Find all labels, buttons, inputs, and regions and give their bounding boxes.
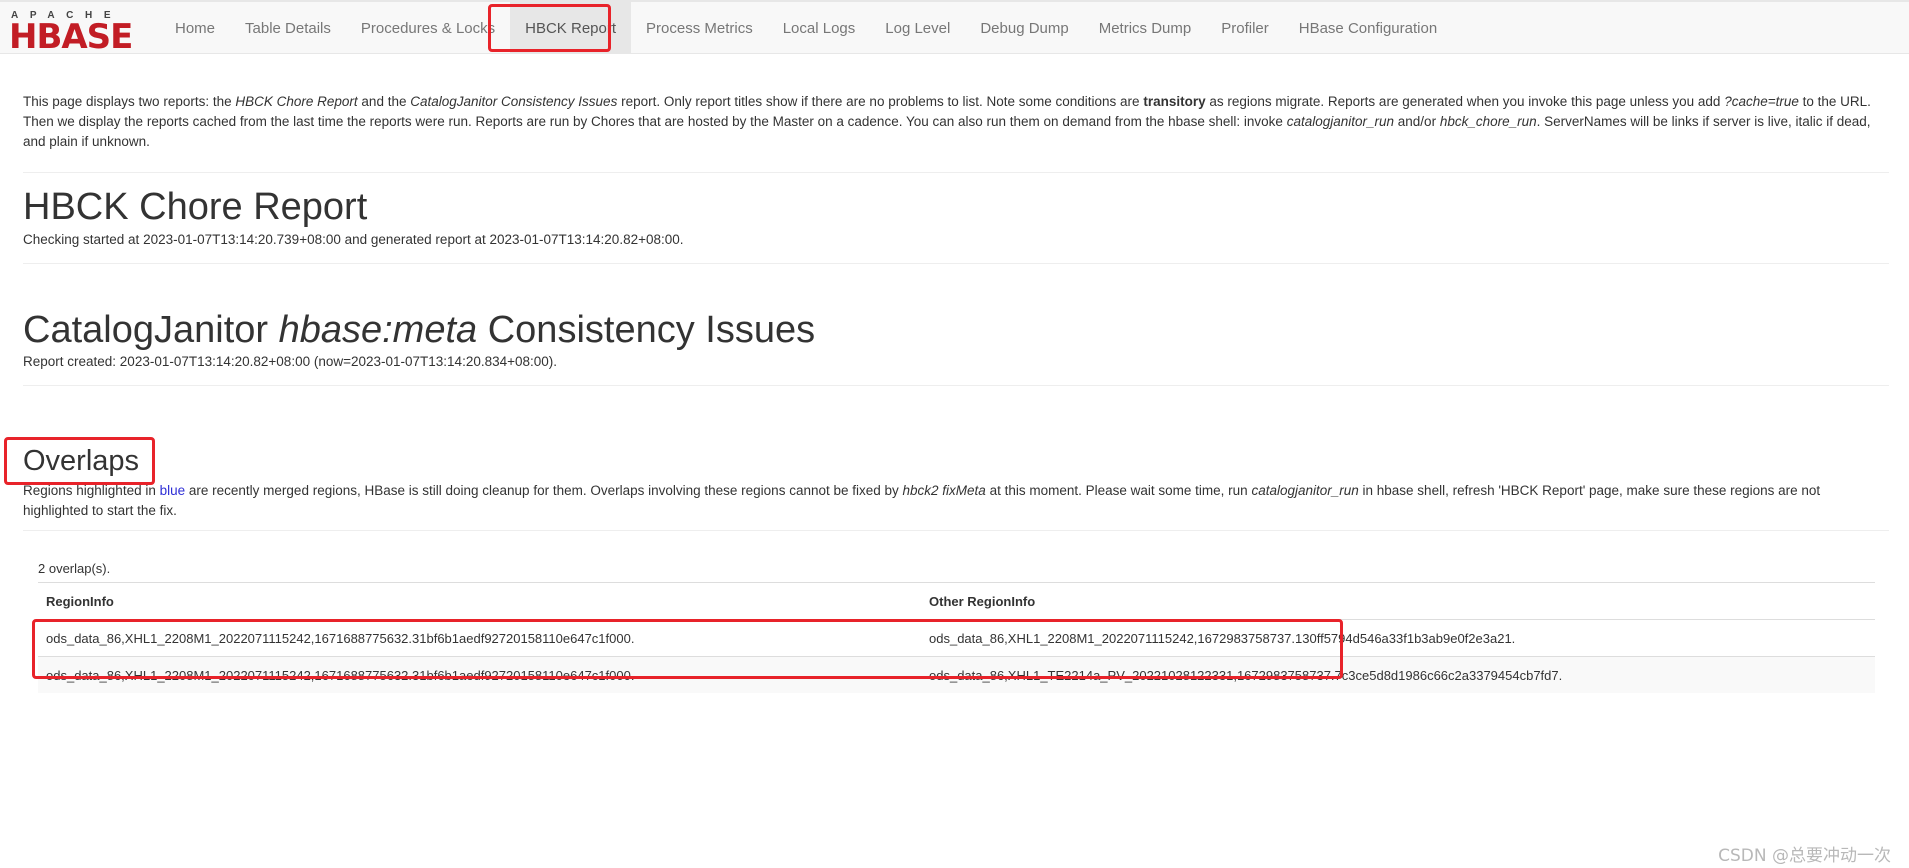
divider: [23, 263, 1889, 264]
top-navbar: APACHE HBASE Home Table Details Procedur…: [0, 0, 1909, 56]
catalog-title-text: Consistency Issues: [477, 309, 816, 351]
divider: [23, 385, 1889, 386]
intro-text: and the: [357, 94, 411, 109]
intro-italic-catalogjanitor-run: catalogjanitor_run: [1286, 114, 1395, 129]
nav-hbck-report[interactable]: HBCK Report: [510, 2, 632, 54]
intro-paragraph: This page displays two reports: the HBCK…: [23, 92, 1889, 152]
overlaps-blue-word: blue: [159, 483, 186, 498]
nav-profiler[interactable]: Profiler: [1206, 2, 1284, 54]
intro-text: This page displays two reports: the: [23, 94, 236, 109]
nav-home[interactable]: Home: [160, 2, 230, 54]
intro-text: and/or: [1394, 114, 1440, 129]
overlap-count: 2 overlap(s).: [38, 561, 111, 576]
hbase-logo[interactable]: APACHE HBASE: [9, 10, 147, 56]
column-header-other-regioninfo: Other RegionInfo: [921, 582, 1875, 620]
intro-italic-hbck-chore-run: hbck_chore_run: [1439, 114, 1537, 129]
overlaps-description: Regions highlighted in blue are recently…: [23, 481, 1889, 521]
intro-bold-transitory: transitory: [1143, 94, 1206, 109]
table-row: ods_data_86,XHL1_2208M1_2022071115242,16…: [38, 619, 1875, 657]
overlaps-italic-fixmeta: hbck2 fixMeta: [902, 483, 986, 498]
catalog-title-text: CatalogJanitor: [23, 309, 279, 351]
intro-italic-catalog: CatalogJanitor Consistency Issues: [410, 94, 618, 109]
nav-table-details[interactable]: Table Details: [230, 2, 346, 54]
logo-hbase-text: HBASE: [9, 17, 133, 57]
table-cell-regioninfo: ods_data_86,XHL1_2208M1_2022071115242,16…: [38, 619, 921, 657]
nav-debug-dump[interactable]: Debug Dump: [965, 2, 1083, 54]
catalog-title-italic: hbase:meta: [278, 309, 478, 351]
table-cell-regioninfo: ods_data_86,XHL1_2208M1_2022071115242,16…: [38, 656, 921, 693]
intro-italic-chore: HBCK Chore Report: [235, 94, 358, 109]
nav-log-level[interactable]: Log Level: [870, 2, 965, 54]
nav-hbase-configuration[interactable]: HBase Configuration: [1284, 2, 1452, 54]
table-cell-other-regioninfo: ods_data_86,XHL1_2208M1_2022071115242,16…: [921, 619, 1875, 657]
csdn-watermark: CSDN @总要冲动一次: [1718, 846, 1891, 866]
intro-text: as regions migrate. Reports are generate…: [1205, 94, 1725, 109]
overlaps-italic-catalogjanitor-run: catalogjanitor_run: [1251, 483, 1359, 498]
nav-process-metrics[interactable]: Process Metrics: [631, 2, 768, 54]
catalog-report-status: Report created: 2023-01-07T13:14:20.82+0…: [23, 354, 558, 369]
overlaps-table: RegionInfo Other RegionInfo ods_data_86,…: [38, 582, 1875, 693]
table-header-row: RegionInfo Other RegionInfo: [38, 582, 1875, 620]
table-cell-other-regioninfo: ods_data_86,XHL1_TE2214a_PV_202210281223…: [921, 656, 1875, 693]
catalog-janitor-title: CatalogJanitor hbase:meta Consistency Is…: [23, 308, 815, 352]
intro-text: report. Only report titles show if there…: [617, 94, 1144, 109]
intro-italic-cache: ?cache=true: [1724, 94, 1799, 109]
divider: [23, 530, 1889, 531]
nav-metrics-dump[interactable]: Metrics Dump: [1084, 2, 1207, 54]
chore-report-title: HBCK Chore Report: [23, 186, 368, 228]
nav-menu: Home Table Details Procedures & Locks HB…: [160, 2, 1452, 54]
overlaps-text: at this moment. Please wait some time, r…: [985, 483, 1252, 498]
overlaps-text: Regions highlighted in: [23, 483, 160, 498]
overlaps-text: are recently merged regions, HBase is st…: [185, 483, 903, 498]
column-header-regioninfo: RegionInfo: [38, 582, 921, 620]
overlaps-title: Overlaps: [23, 445, 140, 477]
nav-procedures-locks[interactable]: Procedures & Locks: [346, 2, 510, 54]
nav-local-logs[interactable]: Local Logs: [768, 2, 871, 54]
table-row: ods_data_86,XHL1_2208M1_2022071115242,16…: [38, 656, 1875, 693]
divider: [23, 172, 1889, 173]
chore-report-status: Checking started at 2023-01-07T13:14:20.…: [23, 232, 684, 247]
